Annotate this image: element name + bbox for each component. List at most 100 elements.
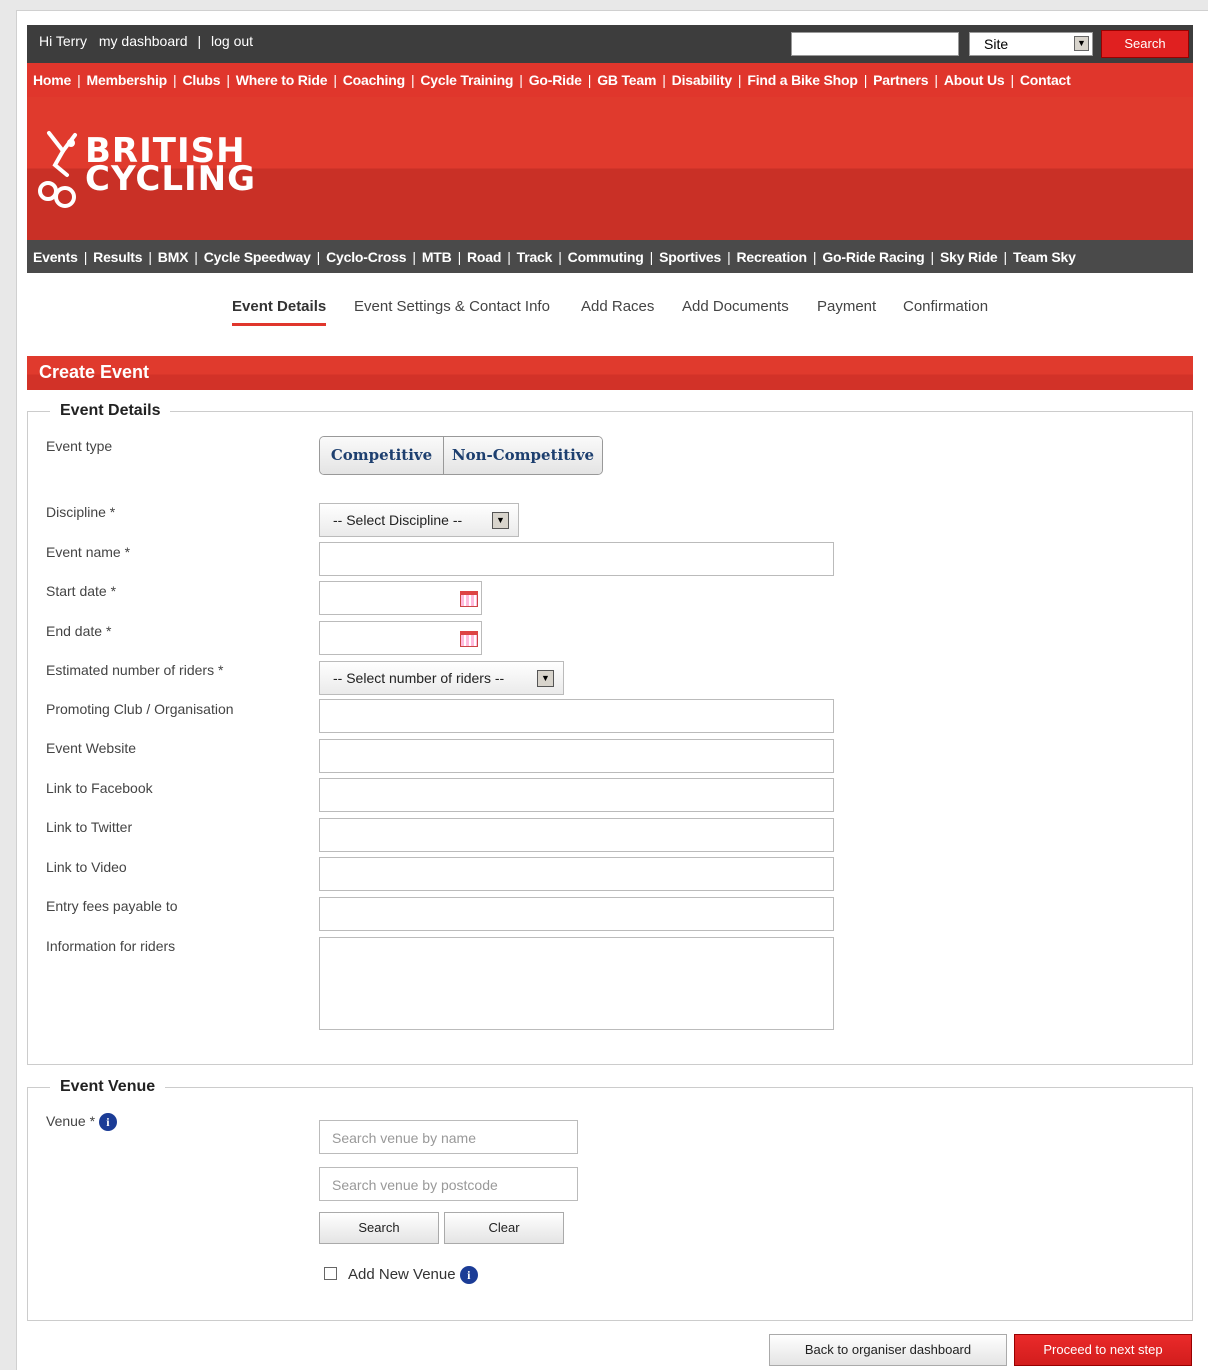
back-to-dashboard-button[interactable]: Back to organiser dashboard (769, 1334, 1007, 1366)
step-confirmation[interactable]: Confirmation (903, 298, 988, 315)
search-scope-value: Site (984, 36, 1009, 52)
info-icon[interactable]: i (459, 1266, 478, 1285)
riders-select[interactable]: -- Select number of riders -- ▼ (319, 661, 564, 695)
user-greeting-area: Hi Terry my dashboard | log out (39, 33, 253, 49)
main-nav-contact[interactable]: Contact (1020, 72, 1071, 88)
main-nav-go-ride[interactable]: Go-Ride (529, 72, 582, 88)
start-date-input[interactable] (319, 581, 482, 615)
website-label: Event Website (46, 740, 137, 756)
nav-separator: | (333, 72, 337, 88)
sub-nav-sky-ride[interactable]: Sky Ride (940, 249, 998, 265)
sub-nav-cycle-speedway[interactable]: Cycle Speedway (204, 249, 311, 265)
main-nav-coaching[interactable]: Coaching (343, 72, 405, 88)
proceed-next-step-button[interactable]: Proceed to next step (1014, 1334, 1192, 1366)
event-name-input[interactable] (319, 542, 834, 576)
main-nav-about-us[interactable]: About Us (944, 72, 1005, 88)
main-nav-membership[interactable]: Membership (87, 72, 168, 88)
sub-nav-road[interactable]: Road (467, 249, 501, 265)
sub-nav-events[interactable]: Events (33, 249, 78, 265)
sub-nav-commuting[interactable]: Commuting (568, 249, 644, 265)
non-competitive-button[interactable]: Non-Competitive (444, 437, 602, 474)
page-title-bar: Create Event (27, 356, 1193, 390)
sub-nav-recreation[interactable]: Recreation (737, 249, 808, 265)
nav-separator: | (519, 72, 523, 88)
info-icon[interactable]: i (98, 1113, 117, 1132)
nav-separator: | (226, 72, 230, 88)
sub-nav-bmx[interactable]: BMX (158, 249, 189, 265)
venue-name-search-input[interactable]: Search venue by name (319, 1120, 578, 1154)
step-event-details[interactable]: Event Details (232, 298, 327, 326)
fees-input[interactable] (319, 897, 834, 931)
add-new-venue-checkbox[interactable] (324, 1267, 337, 1280)
logout-link[interactable]: log out (211, 33, 253, 49)
sub-nav-cyclo-cross[interactable]: Cyclo-Cross (326, 249, 406, 265)
nav-separator: | (727, 249, 731, 265)
riders-label: Estimated number of riders * (46, 662, 224, 678)
info-textarea[interactable] (319, 937, 834, 1030)
nav-separator: | (457, 249, 462, 265)
my-dashboard-link[interactable]: my dashboard (99, 33, 188, 49)
sub-nav-go-ride-racing[interactable]: Go-Ride Racing (822, 249, 924, 265)
discipline-label: Discipline * (46, 504, 116, 520)
event-type-toggle: Competitive Non-Competitive (319, 436, 603, 475)
sub-nav-sportives[interactable]: Sportives (659, 249, 721, 265)
venue-postcode-search-input[interactable]: Search venue by postcode (319, 1167, 578, 1201)
site-banner: BRITISH CYCLING (27, 97, 1193, 240)
club-input[interactable] (319, 699, 834, 733)
website-input[interactable] (319, 739, 834, 773)
nav-separator: | (194, 249, 198, 265)
nav-separator: | (587, 72, 592, 88)
fees-label: Entry fees payable to (46, 898, 178, 914)
main-nav-cycle-training[interactable]: Cycle Training (420, 72, 513, 88)
main-nav-gb-team[interactable]: GB Team (597, 72, 656, 88)
page-title: Create Event (39, 362, 150, 382)
step-event-settings[interactable]: Event Settings & Contact Info (354, 298, 550, 315)
main-nav-home[interactable]: Home (33, 72, 71, 88)
facebook-input[interactable] (319, 778, 834, 812)
site-search-input[interactable] (791, 32, 959, 56)
video-input[interactable] (319, 857, 834, 891)
chevron-down-icon: ▼ (1074, 36, 1089, 51)
discipline-select-value: -- Select Discipline -- (333, 512, 463, 528)
competitive-button[interactable]: Competitive (320, 437, 444, 474)
nav-separator: | (558, 249, 562, 265)
facebook-label: Link to Facebook (46, 780, 153, 796)
logo-wordmark: BRITISH CYCLING (85, 134, 256, 196)
nav-separator: | (934, 72, 938, 88)
main-nav-clubs[interactable]: Clubs (182, 72, 220, 88)
sub-nav-mtb[interactable]: MTB (422, 249, 452, 265)
twitter-input[interactable] (319, 818, 834, 852)
step-add-documents[interactable]: Add Documents (682, 298, 789, 315)
nav-separator: | (1003, 249, 1008, 265)
nav-separator: | (662, 72, 666, 88)
calendar-icon[interactable] (460, 631, 478, 647)
search-scope-select[interactable]: Site ▼ (969, 32, 1093, 56)
sub-nav-results[interactable]: Results (93, 249, 142, 265)
main-nav-partners[interactable]: Partners (873, 72, 928, 88)
discipline-select[interactable]: -- Select Discipline -- ▼ (319, 503, 519, 537)
sub-nav-team-sky[interactable]: Team Sky (1013, 249, 1076, 265)
main-nav-find-a-bike-shop[interactable]: Find a Bike Shop (747, 72, 858, 88)
end-date-input[interactable] (319, 621, 482, 655)
twitter-label: Link to Twitter (46, 819, 133, 835)
add-new-venue-label[interactable]: Add New Venue (348, 1266, 456, 1283)
sub-nav-track[interactable]: Track (517, 249, 553, 265)
nav-separator: | (410, 72, 415, 88)
end-date-label: End date * (46, 623, 112, 639)
nav-separator: | (316, 249, 321, 265)
nav-separator: | (83, 249, 88, 265)
club-label: Promoting Club / Organisation (46, 701, 234, 717)
venue-search-button[interactable]: Search (319, 1212, 439, 1244)
step-add-races[interactable]: Add Races (581, 298, 654, 315)
calendar-icon[interactable] (460, 591, 478, 607)
event-details-legend: Event Details (60, 402, 161, 419)
site-search-button[interactable]: Search (1101, 30, 1189, 58)
main-nav-where-to-ride[interactable]: Where to Ride (236, 72, 328, 88)
venue-clear-button[interactable]: Clear (444, 1212, 564, 1244)
greeting-text: Hi Terry (39, 33, 87, 49)
events-sub-nav: Events | Results | BMX | Cycle Speedway | Cyclo-… (27, 240, 1193, 273)
top-utility-bar: Hi Terry my dashboard | log out Site ▼ S… (27, 25, 1193, 63)
main-nav-disability[interactable]: Disability (672, 72, 732, 88)
step-payment[interactable]: Payment (817, 298, 876, 315)
chevron-down-icon: ▼ (537, 670, 554, 687)
